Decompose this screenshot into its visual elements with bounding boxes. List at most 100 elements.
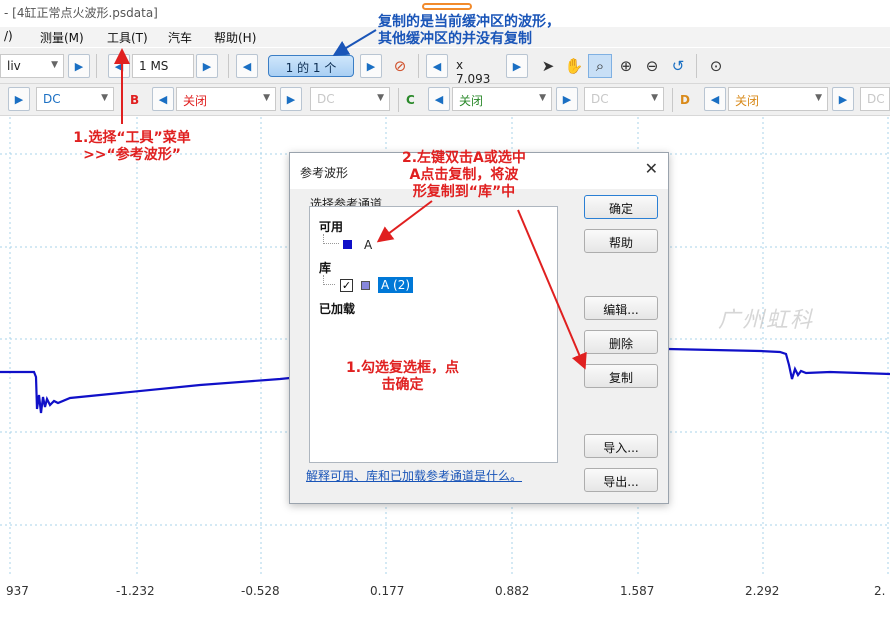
x-tick-label: 0.177 bbox=[370, 584, 405, 598]
buffer-navigator-icon[interactable]: ⊘ bbox=[388, 54, 412, 78]
annotation-buffer-note-line: 其他缓冲区的并没有复制 bbox=[378, 31, 532, 47]
zoom-in-icon[interactable]: ⊕ bbox=[614, 54, 638, 78]
volts-per-div-select[interactable]: liv ▼ bbox=[0, 54, 64, 78]
chevron-down-icon: ▼ bbox=[651, 93, 658, 103]
import-button[interactable]: 导入... bbox=[584, 434, 658, 458]
channel-d-range-value: 关闭 bbox=[735, 94, 760, 108]
window-grip-handle[interactable] bbox=[422, 3, 472, 10]
channel-c-prev-button[interactable]: ◀ bbox=[428, 87, 450, 111]
toolbar-divider bbox=[672, 88, 673, 112]
tree-heading-available: 可用 bbox=[319, 220, 344, 234]
menu-tools[interactable]: 工具(T) bbox=[107, 29, 148, 46]
chevron-down-icon: ▼ bbox=[101, 93, 108, 103]
timebase-prev-button[interactable]: ◀ bbox=[108, 54, 130, 78]
tree-heading-library: 库 bbox=[319, 261, 332, 275]
undo-zoom-icon[interactable]: ↺ bbox=[666, 54, 690, 78]
x-tick-label: -1.232 bbox=[116, 584, 155, 598]
channel-c-next-button[interactable]: ▶ bbox=[556, 87, 578, 111]
annotation-step-copy: 2.左键双击A或选中 A点击复制，将波 形复制到“库”中 bbox=[402, 150, 526, 201]
menu-help[interactable]: 帮助(H) bbox=[214, 29, 256, 46]
help-link[interactable]: 解释可用、库和已加载参考通道是什么。 bbox=[306, 467, 522, 484]
zoom-fit-icon[interactable]: ⊙ bbox=[704, 54, 728, 78]
timebase-next-button[interactable]: ▶ bbox=[196, 54, 218, 78]
channel-d-label[interactable]: D bbox=[680, 93, 690, 107]
x-tick-label: -0.528 bbox=[241, 584, 280, 598]
channel-b-coupling-value: DC bbox=[317, 92, 335, 106]
tree-item-library-a2[interactable]: A (2) bbox=[378, 277, 414, 293]
help-button[interactable]: 帮助 bbox=[584, 229, 658, 253]
arrow-right-icon: ▶ bbox=[74, 59, 84, 73]
toolbar-divider bbox=[418, 54, 419, 78]
window-title: - [4缸正常点火波形.psdata] bbox=[4, 6, 158, 20]
toolbar-divider bbox=[228, 54, 229, 78]
channel-c-range-value: 关闭 bbox=[459, 94, 484, 108]
timebase-value: 1 MS bbox=[139, 59, 169, 73]
menu-measure[interactable]: 测量(M) bbox=[40, 29, 84, 46]
channel-color-swatch bbox=[343, 240, 352, 249]
arrow-left-icon: ◀ bbox=[434, 92, 444, 106]
channel-d-prev-button[interactable]: ◀ bbox=[704, 87, 726, 111]
delete-button[interactable]: 删除 bbox=[584, 330, 658, 354]
zoom-factor-value: x 7.093 bbox=[456, 58, 491, 86]
hand-tool-icon[interactable]: ✋ bbox=[562, 54, 586, 78]
pointer-tool-icon[interactable]: ➤ bbox=[536, 54, 560, 78]
arrow-right-icon: ▶ bbox=[14, 92, 24, 106]
arrow-left-icon: ◀ bbox=[114, 59, 124, 73]
menu-view[interactable]: /) bbox=[4, 29, 13, 43]
annotation-step-copy-line: 2.左键双击A或选中 bbox=[402, 150, 526, 166]
annotation-step-check-line: 击确定 bbox=[381, 377, 424, 393]
annotation-step-tools-line: >>“参考波形” bbox=[83, 147, 181, 163]
buffer-counter[interactable]: 1 的 1 个 bbox=[268, 55, 354, 77]
channel-c-coupling-select: DC ▼ bbox=[584, 87, 664, 111]
annotation-step-tools-line: 1.选择“工具”菜单 bbox=[73, 130, 191, 146]
channel-b-next-button[interactable]: ▶ bbox=[280, 87, 302, 111]
arrow-right-icon: ▶ bbox=[286, 92, 296, 106]
toolbar-divider bbox=[96, 54, 97, 78]
channel-c-coupling-value: DC bbox=[591, 92, 609, 106]
copy-button[interactable]: 复制 bbox=[584, 364, 658, 388]
chevron-down-icon: ▼ bbox=[377, 93, 384, 103]
export-button[interactable]: 导出... bbox=[584, 468, 658, 492]
close-icon[interactable]: ✕ bbox=[645, 159, 658, 178]
annotation-buffer-note: 复制的是当前缓冲区的波形， 其他缓冲区的并没有复制 bbox=[378, 14, 560, 48]
channel-d-next-button[interactable]: ▶ bbox=[832, 87, 854, 111]
channel-d-range-select[interactable]: 关闭 ▼ bbox=[728, 87, 828, 111]
channel-c-range-select[interactable]: 关闭 ▼ bbox=[452, 87, 552, 111]
channel-b-range-select[interactable]: 关闭 ▼ bbox=[176, 87, 276, 111]
chevron-down-icon: ▼ bbox=[539, 93, 546, 103]
reference-channel-tree[interactable]: 可用 A 库 ✓ A (2) 已加载 bbox=[309, 206, 558, 463]
x-tick-label: 1.587 bbox=[620, 584, 655, 598]
channel-color-swatch bbox=[361, 281, 370, 290]
toolbar-divider bbox=[696, 54, 697, 78]
timebase-select[interactable]: 1 MS bbox=[132, 54, 194, 78]
tree-connector bbox=[323, 275, 335, 285]
arrow-left-icon: ◀ bbox=[432, 59, 442, 73]
channel-b-prev-button[interactable]: ◀ bbox=[152, 87, 174, 111]
arrow-left-icon: ◀ bbox=[158, 92, 168, 106]
channel-b-label[interactable]: B bbox=[130, 93, 139, 107]
zoom-next-button[interactable]: ▶ bbox=[506, 54, 528, 78]
channel-b-coupling-select: DC ▼ bbox=[310, 87, 390, 111]
channel-d-coupling-value: DC bbox=[867, 92, 885, 106]
buffer-prev-button[interactable]: ◀ bbox=[236, 54, 258, 78]
zoom-area-icon[interactable]: ⌕ bbox=[588, 54, 612, 78]
zoom-prev-button[interactable]: ◀ bbox=[426, 54, 448, 78]
channel-a-coupling-select[interactable]: DC ▼ bbox=[36, 87, 114, 111]
buffer-next-button[interactable]: ▶ bbox=[360, 54, 382, 78]
channel-c-label[interactable]: C bbox=[406, 93, 415, 107]
volts-per-div-value: liv bbox=[7, 59, 21, 73]
div-next-button[interactable]: ▶ bbox=[68, 54, 90, 78]
zoom-out-icon[interactable]: ⊖ bbox=[640, 54, 664, 78]
tree-item-available-a[interactable]: A bbox=[364, 238, 372, 252]
channel-a-next-button[interactable]: ▶ bbox=[8, 87, 30, 111]
edit-button[interactable]: 编辑... bbox=[584, 296, 658, 320]
menu-automotive[interactable]: 汽车 bbox=[168, 29, 192, 46]
dialog-title: 参考波形 bbox=[300, 166, 349, 180]
ok-button[interactable]: 确定 bbox=[584, 195, 658, 219]
arrow-right-icon: ▶ bbox=[838, 92, 848, 106]
annotation-buffer-note-line: 复制的是当前缓冲区的波形， bbox=[378, 14, 560, 30]
chevron-down-icon: ▼ bbox=[263, 93, 270, 103]
toolbar-divider bbox=[122, 88, 123, 112]
annotation-step-check-line: 1.勾选复选框，点 bbox=[346, 360, 460, 376]
library-item-checkbox[interactable]: ✓ bbox=[340, 279, 353, 292]
